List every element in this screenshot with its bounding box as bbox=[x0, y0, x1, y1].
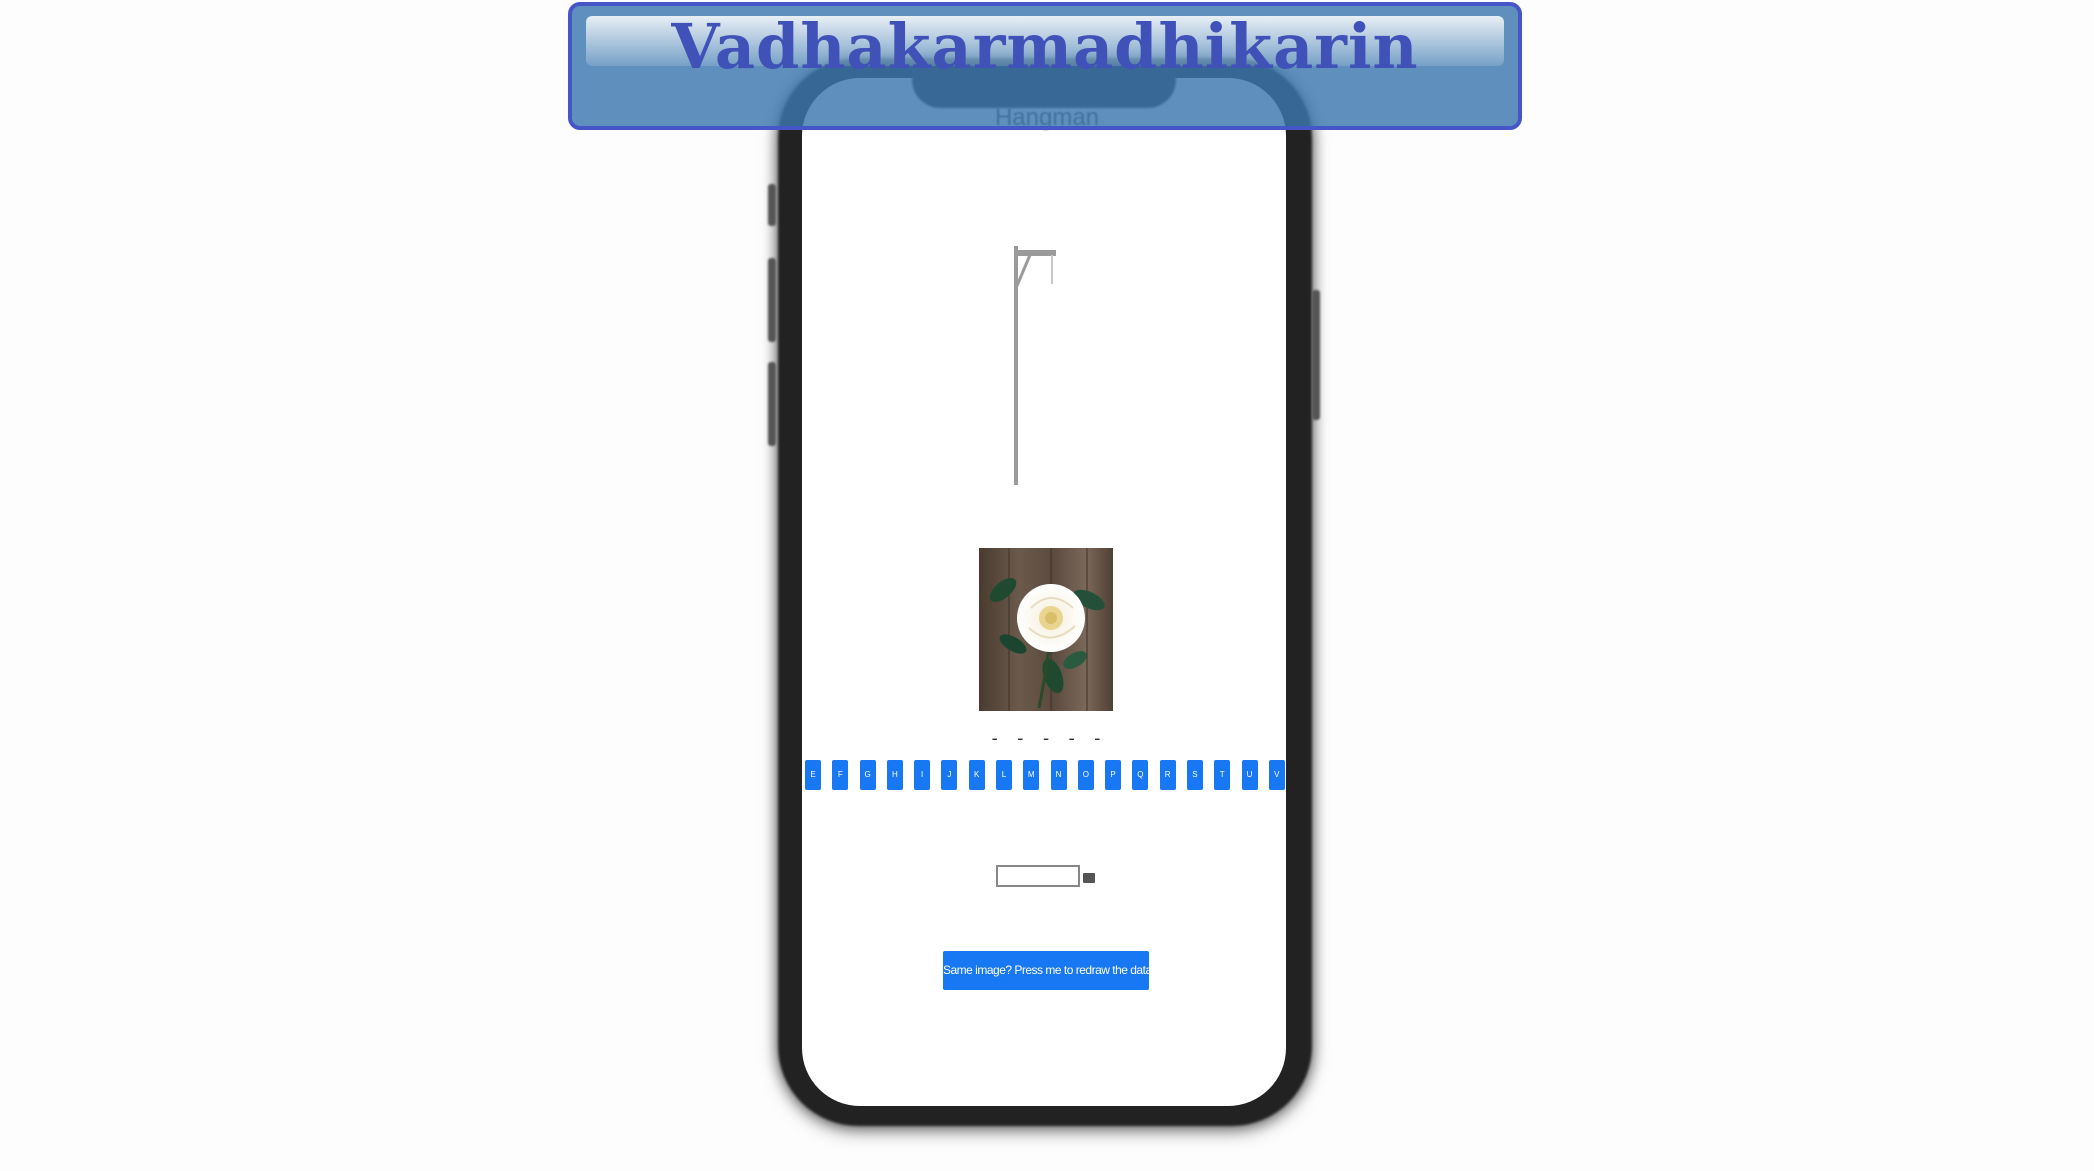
phone-volume-up bbox=[768, 258, 776, 342]
page: Hangman bbox=[0, 0, 2094, 1171]
letter-button[interactable]: J bbox=[941, 760, 958, 790]
letter-button[interactable]: T bbox=[1214, 760, 1231, 790]
rose-image bbox=[979, 548, 1113, 711]
phone-volume-down bbox=[768, 362, 776, 446]
letter-button[interactable]: G bbox=[859, 760, 876, 790]
letter-button[interactable]: U bbox=[1241, 760, 1258, 790]
letter-button[interactable]: E bbox=[805, 760, 821, 790]
letter-button[interactable]: R bbox=[1159, 760, 1176, 790]
letter-button[interactable]: H bbox=[886, 760, 903, 790]
banner-title: Vadhakarmadhikarin bbox=[671, 10, 1419, 83]
gallows-brace bbox=[1014, 254, 1032, 289]
letter-button[interactable]: N bbox=[1050, 760, 1067, 790]
title-banner: Vadhakarmadhikarin bbox=[568, 2, 1522, 130]
letter-buttons: E F G H I J K L M N O P Q R S T U V bbox=[805, 760, 1285, 790]
letter-button[interactable]: L bbox=[995, 760, 1012, 790]
guess-input[interactable] bbox=[996, 865, 1080, 887]
letter-button[interactable]: P bbox=[1105, 760, 1122, 790]
phone-power-button bbox=[1312, 290, 1320, 420]
letter-button[interactable]: S bbox=[1186, 760, 1203, 790]
letter-button[interactable]: M bbox=[1023, 760, 1040, 790]
letter-button[interactable]: I bbox=[914, 760, 931, 790]
gallows-icon bbox=[1014, 246, 1056, 485]
letter-button[interactable]: V bbox=[1268, 760, 1285, 790]
white-rose-photo bbox=[979, 548, 1113, 711]
phone-silent-switch bbox=[768, 184, 776, 226]
word-display: - - - - - bbox=[989, 728, 1105, 749]
add-to-database-button[interactable]: Same image? Press me to redraw the datab… bbox=[943, 951, 1149, 990]
letter-button[interactable]: K bbox=[968, 760, 985, 790]
letter-button[interactable]: F bbox=[832, 760, 849, 790]
letter-button[interactable]: O bbox=[1077, 760, 1094, 790]
guess-submit-button[interactable] bbox=[1083, 873, 1095, 883]
letter-button[interactable]: Q bbox=[1132, 760, 1149, 790]
